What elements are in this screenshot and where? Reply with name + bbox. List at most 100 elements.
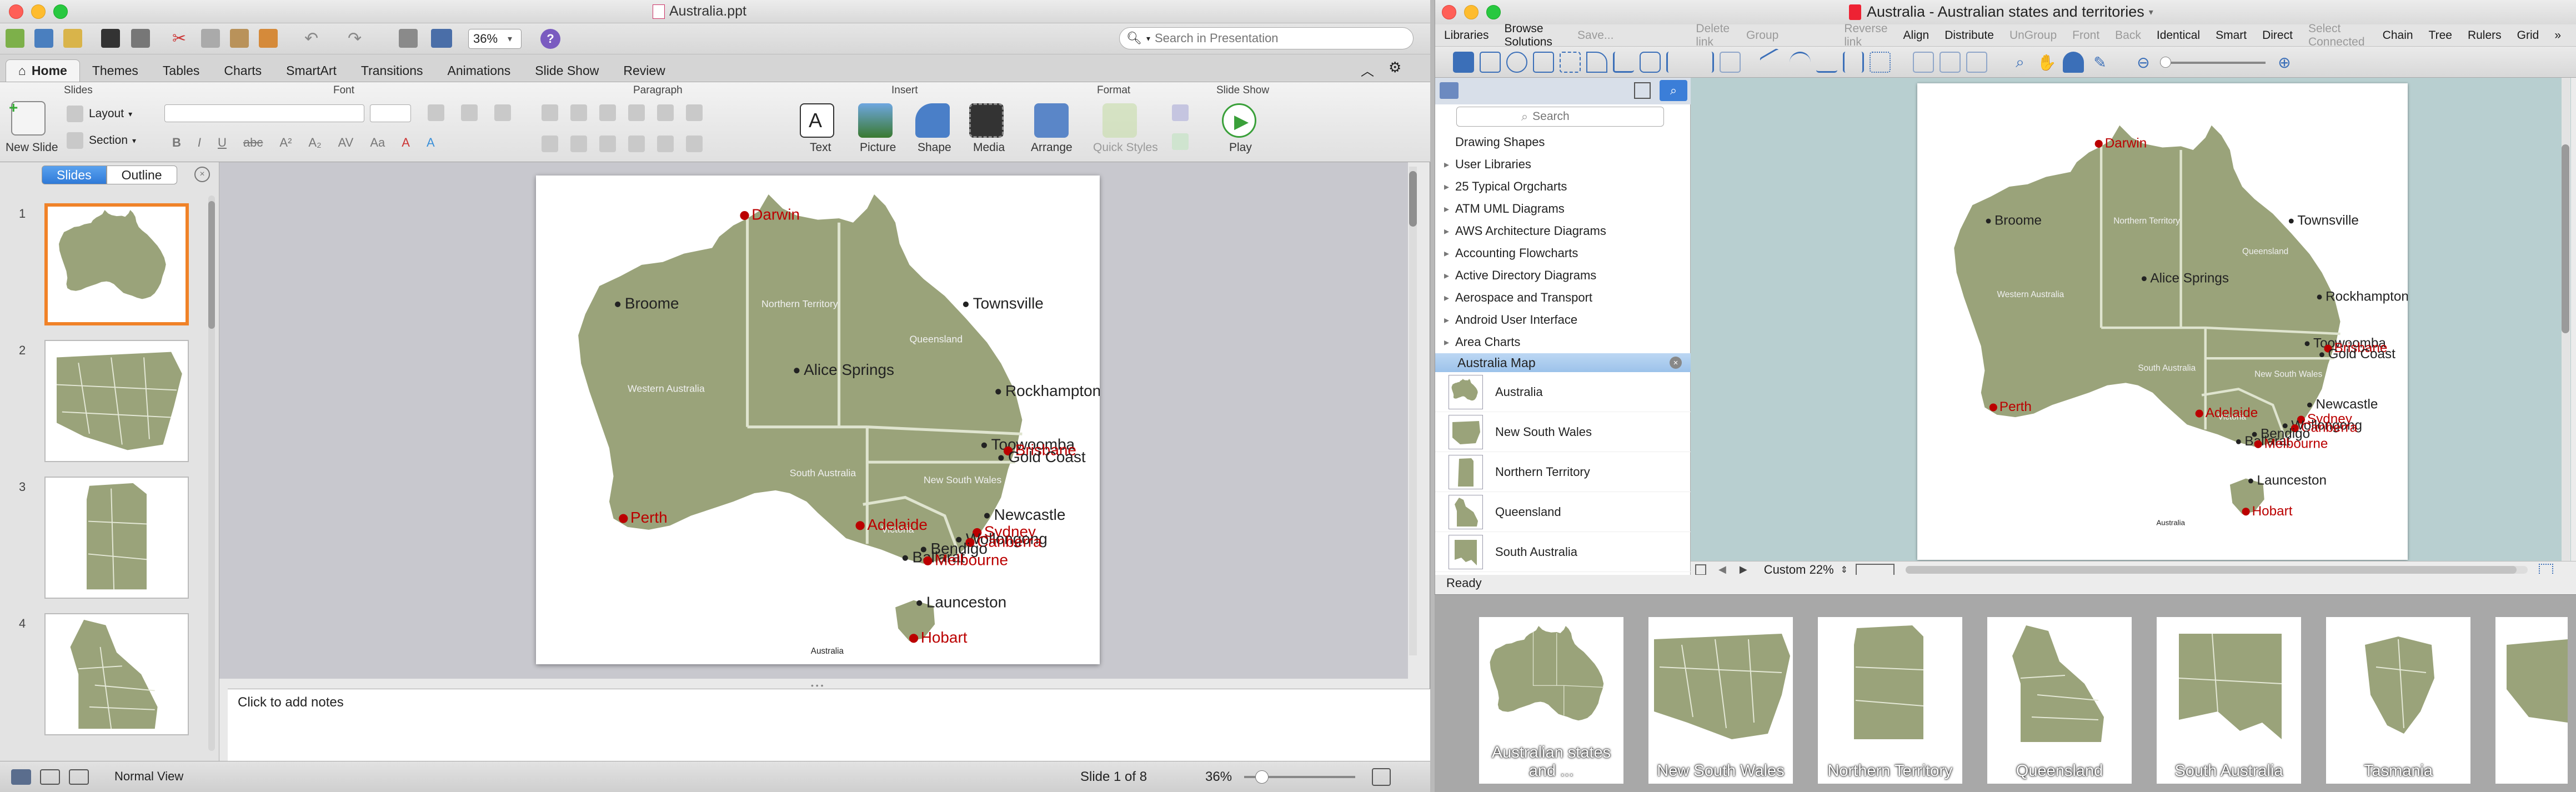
quick-styles-button[interactable]: Quick Styles: [1093, 141, 1158, 154]
slide-thumbnail-1[interactable]: [44, 203, 189, 325]
open-icon[interactable]: [63, 29, 82, 48]
grid-button[interactable]: Grid: [2517, 29, 2539, 42]
subscript-icon[interactable]: A₂: [308, 136, 321, 150]
grow-font-icon[interactable]: [428, 104, 444, 121]
presenter-view-icon[interactable]: [69, 769, 89, 785]
fill-icon[interactable]: [1172, 104, 1189, 121]
columns-icon[interactable]: [686, 104, 703, 121]
rectangle-tool-icon[interactable]: [1480, 52, 1501, 73]
more-icon[interactable]: »: [2554, 29, 2561, 42]
superscript-icon[interactable]: A²: [279, 136, 292, 150]
copy-icon[interactable]: [201, 29, 220, 48]
case-icon[interactable]: Aa: [370, 136, 385, 150]
align-button[interactable]: Align: [1903, 29, 1930, 42]
zoom-slider-thumb[interactable]: [2160, 57, 2171, 68]
libraries-button[interactable]: Libraries: [1444, 29, 1489, 42]
arc-tool-icon[interactable]: [1586, 52, 1607, 73]
gear-icon[interactable]: ⚙: [1389, 59, 1401, 76]
zoom-icon[interactable]: [1486, 5, 1501, 19]
font-size-field[interactable]: [370, 104, 411, 122]
numbering-icon[interactable]: [570, 104, 587, 121]
branch-tool-icon[interactable]: [1693, 52, 1714, 73]
hand-icon[interactable]: ✋: [2036, 52, 2057, 73]
gallery-icon[interactable]: [399, 29, 418, 48]
picture-button[interactable]: Picture: [860, 141, 896, 154]
library-item[interactable]: Drawing Shapes: [1435, 131, 1691, 153]
underline-icon[interactable]: U: [218, 136, 227, 150]
container-tool-icon[interactable]: [1720, 52, 1741, 73]
freehand-tool-icon[interactable]: [1870, 52, 1891, 73]
library-shape[interactable]: Australia: [1435, 372, 1691, 412]
spacing-icon[interactable]: AV: [338, 136, 354, 150]
delete-link-button[interactable]: Delete link: [1696, 22, 1731, 49]
library-item[interactable]: ▸ Area Charts: [1435, 331, 1691, 353]
save-icon[interactable]: [101, 29, 120, 48]
text-tool-icon[interactable]: [1533, 52, 1554, 73]
text-button[interactable]: Text: [810, 141, 831, 154]
library-search-input[interactable]: [1532, 110, 1600, 123]
clear-format-icon[interactable]: [494, 104, 511, 121]
library-shape[interactable]: New South Wales: [1435, 412, 1691, 452]
library-item[interactable]: ▸ Android User Interface: [1435, 309, 1691, 331]
media-icon[interactable]: [969, 103, 1004, 138]
format-painter-icon[interactable]: [259, 29, 278, 48]
slideshow-icon[interactable]: [431, 29, 452, 48]
page-thumbnail[interactable]: South Australia: [2157, 617, 2301, 784]
slide-thumbnail-3[interactable]: [44, 477, 189, 599]
tab-themes[interactable]: Themes: [80, 59, 151, 82]
tab-transitions[interactable]: Transitions: [349, 59, 435, 82]
close-library-icon[interactable]: ×: [1670, 357, 1682, 369]
page-thumbnail[interactable]: Northern Territory: [1818, 617, 1962, 784]
new-slide-button[interactable]: New Slide: [6, 141, 58, 154]
library-item[interactable]: ▸ Aerospace and Transport: [1435, 287, 1691, 309]
minimize-icon[interactable]: [1464, 5, 1479, 19]
slide-thumbnail-2[interactable]: [44, 340, 189, 462]
stamp-icon[interactable]: [2063, 52, 2084, 73]
indent-right-icon[interactable]: [628, 104, 645, 121]
zoom-slider[interactable]: [2160, 57, 2266, 68]
library-list-icon[interactable]: [1440, 82, 1459, 99]
tab-smartart[interactable]: SmartArt: [274, 59, 349, 82]
close-icon[interactable]: [1442, 5, 1456, 19]
library-shape[interactable]: Northern Territory: [1435, 452, 1691, 492]
library-shape[interactable]: Queensland: [1435, 492, 1691, 532]
guide-icon[interactable]: [1939, 52, 1961, 73]
section-button[interactable]: Section ▾: [67, 132, 136, 149]
library-search-field[interactable]: ⌕: [1456, 107, 1664, 127]
page-thumbnail[interactable]: Queensland: [1987, 617, 2132, 784]
library-item[interactable]: ▸ AWS Architecture Diagrams: [1435, 220, 1691, 242]
align-left-icon[interactable]: [542, 136, 558, 152]
play-button[interactable]: Play: [1229, 141, 1252, 154]
bullets-icon[interactable]: [542, 104, 558, 121]
page-thumbnail[interactable]: [2495, 617, 2568, 784]
grid-view-icon[interactable]: [1634, 82, 1651, 99]
slide-thumbnail-4[interactable]: [44, 613, 189, 735]
arrange-icon[interactable]: [1034, 103, 1069, 138]
media-button[interactable]: Media: [973, 141, 1005, 154]
slides-scrollbar[interactable]: [208, 196, 215, 751]
ungroup-button[interactable]: UnGroup: [2009, 29, 2057, 42]
align-text-icon[interactable]: [686, 136, 703, 152]
text-box-icon[interactable]: A: [800, 103, 834, 138]
page-list-icon[interactable]: [1695, 564, 1706, 575]
page-thumbnail[interactable]: Tasmania: [2326, 617, 2470, 784]
zoom-in-icon[interactable]: ⊕: [2274, 52, 2295, 73]
search-zoom-icon[interactable]: ⌕: [2009, 52, 2031, 73]
font-color-icon[interactable]: A: [402, 136, 410, 150]
rounded-tool-icon[interactable]: [1640, 52, 1661, 73]
direct-button[interactable]: Direct: [2262, 29, 2293, 42]
quick-styles-icon[interactable]: [1102, 103, 1137, 138]
tab-tables[interactable]: Tables: [151, 59, 212, 82]
help-icon[interactable]: ?: [540, 29, 560, 49]
front-button[interactable]: Front: [2072, 29, 2099, 42]
reverse-link-button[interactable]: Reverse link: [1844, 22, 1887, 49]
close-icon[interactable]: [9, 4, 23, 19]
print-icon[interactable]: [131, 29, 150, 48]
layout-button[interactable]: Layout ▾: [67, 106, 132, 122]
arrange-button[interactable]: Arrange: [1031, 141, 1073, 154]
diagram-page[interactable]: Western Australia Northern Territory Que…: [1917, 83, 2409, 560]
new-icon[interactable]: [6, 29, 24, 48]
prev-page-icon[interactable]: ◀: [1718, 564, 1726, 575]
current-slide[interactable]: Western Australia Northern Territory Que…: [536, 176, 1101, 664]
indent-left-icon[interactable]: [599, 104, 616, 121]
